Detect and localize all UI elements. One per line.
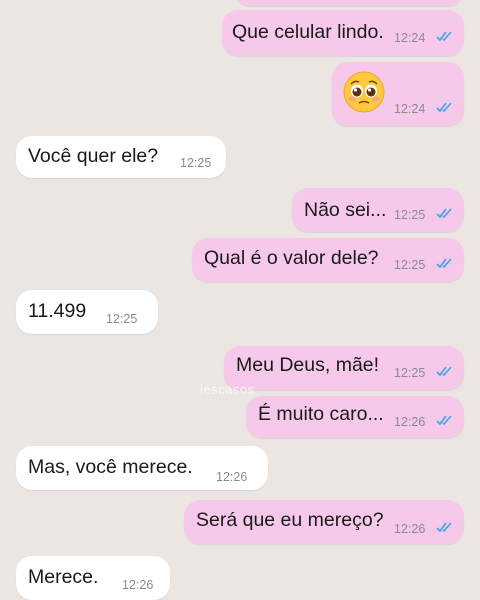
message-time: 12:25 (106, 312, 138, 326)
message-time: 12:25 (180, 156, 212, 170)
message-bubble-outgoing[interactable]: Não sei... 12:25 (292, 188, 464, 232)
message-text: 11.499 (28, 300, 87, 322)
message-bubble-outgoing[interactable]: Que celular lindo. 12:24 (222, 10, 464, 56)
message-text: Que celular lindo. (232, 21, 384, 43)
message-text: Não sei... (304, 199, 387, 221)
message-time: 12:24 (394, 102, 426, 116)
message-bubble-outgoing[interactable]: Será que eu mereço? 12:26 (184, 500, 464, 544)
read-receipt-icon (436, 31, 452, 42)
message-bubble-outgoing[interactable]: 12:24 (332, 62, 464, 126)
message-bubble-incoming[interactable]: 11.499 12:25 (16, 290, 158, 334)
message-text: Meu Deus, mãe! (236, 354, 380, 376)
message-bubble-outgoing[interactable]: Meu Deus, mãe! 12:25 (224, 346, 464, 390)
message-text: Será que eu mereço? (196, 509, 384, 531)
watermark: iescasos (200, 382, 255, 397)
message-time: 12:26 (216, 470, 248, 484)
message-bubble-incoming[interactable]: Você quer ele? 12:25 (16, 136, 226, 178)
message-time: 12:25 (394, 208, 426, 222)
read-receipt-icon (436, 102, 452, 113)
message-time: 12:26 (122, 578, 154, 592)
message-text: Mas, você merece. (28, 456, 193, 478)
message-text: Merece. (28, 566, 99, 588)
message-bubble-outgoing[interactable]: É muito caro... 12:26 (246, 396, 464, 438)
message-text: Qual é o valor dele? (204, 247, 379, 269)
message-time: 12:26 (394, 415, 426, 429)
message-text: Você quer ele? (28, 145, 159, 167)
message-text: É muito caro... (258, 403, 384, 425)
read-receipt-icon (436, 522, 452, 533)
chat-area: Que celular lindo. 12:24 12:24 Você quer… (0, 0, 480, 600)
read-receipt-icon (436, 208, 452, 219)
pleading-face-emoji-icon (343, 71, 385, 113)
message-bubble-partial (236, 0, 462, 6)
read-receipt-icon (436, 258, 452, 269)
message-bubble-incoming[interactable]: Merece. 12:26 (16, 556, 170, 600)
message-time: 12:25 (394, 366, 426, 380)
read-receipt-icon (436, 366, 452, 377)
message-time: 12:25 (394, 258, 426, 272)
message-time: 12:24 (394, 31, 426, 45)
message-bubble-incoming[interactable]: Mas, você merece. 12:26 (16, 446, 268, 490)
read-receipt-icon (436, 415, 452, 426)
message-time: 12:26 (394, 522, 426, 536)
message-bubble-outgoing[interactable]: Qual é o valor dele? 12:25 (192, 238, 464, 282)
